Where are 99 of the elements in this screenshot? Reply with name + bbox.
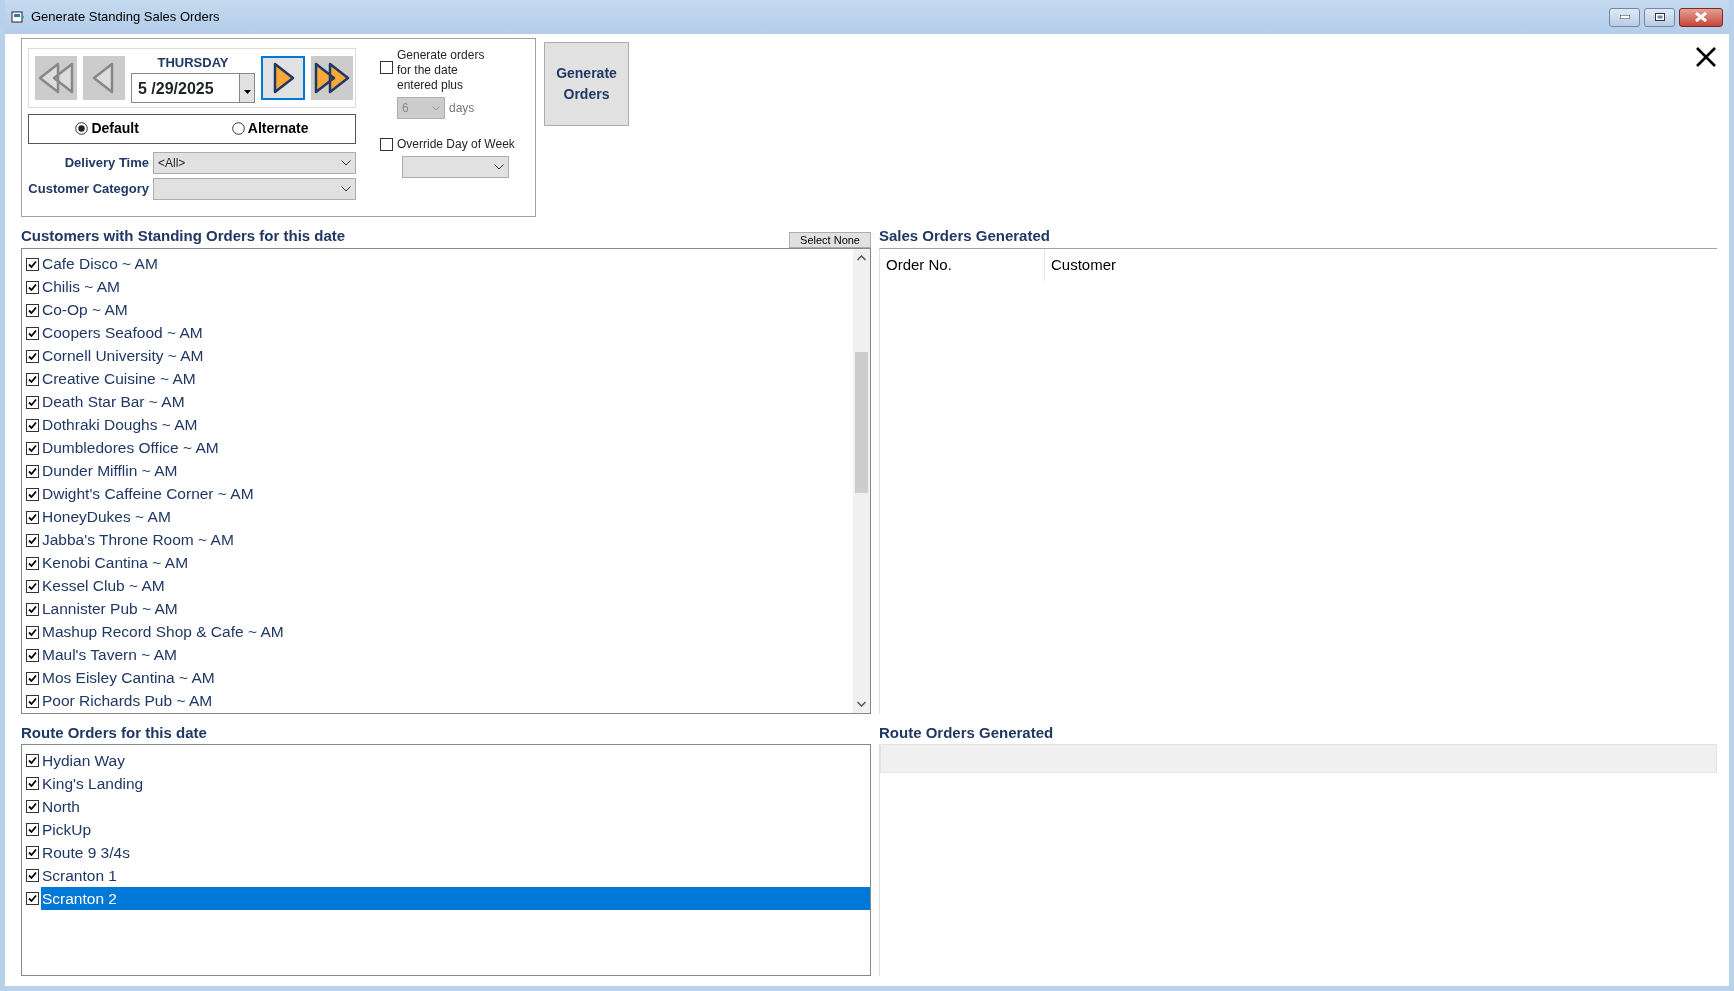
maximize-button[interactable] [1644,7,1675,27]
previous-button[interactable] [83,55,125,100]
minimize-icon [1619,15,1630,19]
dropdown-field[interactable]: <All> [153,151,356,174]
chevron-up-icon [857,254,866,261]
list-item[interactable]: Dwight's Caffeine Corner ~ AM [41,482,853,506]
window-title: Generate Standing Sales Orders [31,8,220,27]
item-checkbox[interactable] [26,464,39,478]
list-item[interactable]: Cafe Disco ~ AM [41,252,853,276]
checkbox[interactable] [380,138,393,151]
list-item[interactable]: Dunder Mifflin ~ AM [41,459,853,483]
list-item[interactable]: North [41,794,870,819]
list-item[interactable]: Mos Eisley Cantina ~ AM [41,666,853,690]
list-item[interactable]: Death Star Bar ~ AM [41,390,853,414]
item-checkbox[interactable] [26,648,39,662]
checkbox-label: Override Day of Week [397,137,515,152]
list-item[interactable]: Mashup Record Shop & Cafe ~ AM [41,620,853,644]
radio-option[interactable]: Alternate [231,118,309,139]
item-checkbox[interactable] [26,694,39,708]
close-icon [1694,12,1708,22]
item-checkbox[interactable] [26,418,39,432]
list-item[interactable]: Dumbledores Office ~ AM [41,436,853,460]
item-checkbox[interactable] [26,349,39,363]
close-icon[interactable] [1695,46,1717,68]
field-label: Delivery Time [64,153,149,172]
day-label: THURSDAY [156,54,230,72]
section-title: Sales Orders Generated [879,226,1051,246]
radio-icon[interactable] [231,122,245,135]
generate-orders-button[interactable]: Generate Orders [544,42,629,126]
dropdown-field[interactable] [402,156,509,178]
item-checkbox[interactable] [26,372,39,386]
column-header[interactable]: Order No. [880,248,1045,281]
checkbox-label: Generate orders for the date entered plus [397,48,486,93]
item-checkbox[interactable] [26,395,39,409]
item-checkbox[interactable] [26,257,39,271]
dropdown-button[interactable] [239,72,255,103]
section-title: Route Orders for this date [21,722,208,743]
section-title: Customers with Standing Orders for this date [21,226,346,246]
item-checkbox[interactable] [26,441,39,455]
item-checkbox[interactable] [26,556,39,570]
item-checkbox[interactable] [26,671,39,685]
list-item[interactable]: Jabba's Throne Room ~ AM [41,528,853,552]
first-button[interactable] [35,55,77,100]
days-label: days [449,100,475,116]
list-item[interactable]: Co-Op ~ AM [41,298,853,322]
list-item[interactable]: HoneyDukes ~ AM [41,505,853,529]
list-item[interactable]: Kenobi Cantina ~ AM [41,551,853,575]
list-item[interactable]: Poor Richards Pub ~ AM [41,689,853,713]
scrollbar-thumb[interactable] [855,351,868,493]
last-button[interactable] [311,55,353,100]
item-checkbox[interactable] [26,510,39,524]
item-checkbox[interactable] [26,487,39,501]
item-checkbox[interactable] [26,579,39,593]
next-button[interactable] [261,55,305,100]
item-checkbox[interactable] [26,800,39,813]
list-item[interactable]: King's Landing [41,771,870,796]
scrollbar[interactable] [853,248,870,713]
field-label: Customer Category [28,179,149,198]
list-item[interactable]: Cornell University ~ AM [41,344,853,368]
item-checkbox[interactable] [26,777,39,790]
list-item[interactable]: Hydian Way [41,748,870,773]
dropdown-field[interactable] [153,177,356,200]
radio-icon[interactable] [75,122,89,135]
list-item[interactable]: Scranton 1 [41,863,870,888]
list-item[interactable]: Lannister Pub ~ AM [41,597,853,621]
caret-icon [243,89,251,94]
item-checkbox[interactable] [26,533,39,547]
list-item[interactable]: Creative Cuisine ~ AM [41,367,853,391]
chevron-down-icon [857,700,866,707]
list-item[interactable]: Dothraki Doughs ~ AM [41,413,853,437]
list-item[interactable]: Maul's Tavern ~ AM [41,643,853,667]
section-title: Route Orders Generated [879,722,1055,743]
item-checkbox[interactable] [26,625,39,639]
radio-option[interactable]: Default [75,118,139,139]
list-item[interactable]: Chilis ~ AM [41,275,853,299]
chevron-down-icon [432,105,440,111]
item-checkbox[interactable] [26,892,39,905]
minimize-button[interactable] [1609,7,1640,27]
column-header[interactable]: Customer [1045,248,1123,281]
list-item[interactable]: PickUp [41,817,870,842]
select-none-button[interactable]: Select None [789,231,871,248]
item-checkbox[interactable] [26,846,39,859]
chevron-down-icon [494,164,504,170]
item-checkbox[interactable] [26,303,39,317]
item-checkbox[interactable] [26,754,39,767]
list-item[interactable]: Kessel Club ~ AM [41,574,853,598]
item-checkbox[interactable] [26,869,39,882]
chevron-down-icon [341,159,351,166]
chevron-down-icon [341,185,351,192]
item-checkbox[interactable] [26,326,39,340]
item-checkbox[interactable] [26,823,39,836]
list-item[interactable]: Route 9 3/4s [41,840,870,865]
maximize-icon [1654,13,1665,21]
list-item[interactable]: Scranton 2 [41,886,870,911]
list-item[interactable]: Coopers Seafood ~ AM [41,321,853,345]
item-checkbox[interactable] [26,602,39,616]
close-button[interactable] [1679,7,1723,27]
app-icon [11,10,25,24]
item-checkbox[interactable] [26,280,39,294]
